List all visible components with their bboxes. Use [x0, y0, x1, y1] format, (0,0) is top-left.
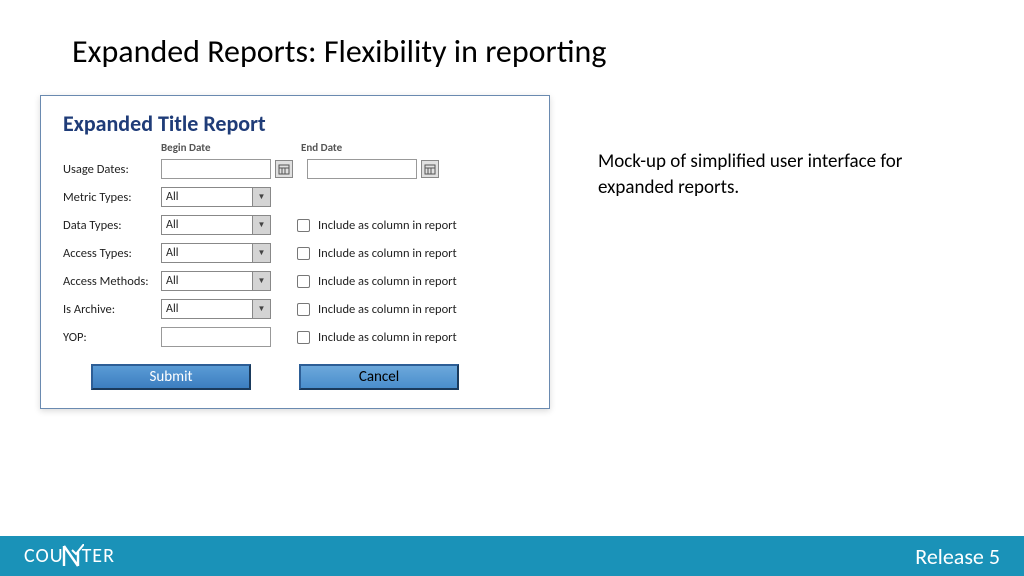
footer-bar: COU TER Release 5 — [0, 536, 1024, 576]
counter-logo: COU TER — [24, 544, 115, 568]
metric-types-select[interactable]: All ▼ — [161, 187, 271, 207]
chevron-down-icon: ▼ — [252, 300, 270, 318]
chevron-down-icon: ▼ — [252, 216, 270, 234]
include-label: Include as column in report — [318, 246, 457, 261]
end-date-input[interactable] — [307, 159, 417, 179]
row-usage-dates: Usage Dates: — [63, 156, 527, 182]
yop-input[interactable] — [161, 327, 271, 347]
chevron-down-icon: ▼ — [252, 244, 270, 262]
label-access-methods: Access Methods: — [63, 274, 161, 289]
include-checkbox-is-archive[interactable] — [297, 303, 310, 316]
cancel-button[interactable]: Cancel — [299, 364, 459, 390]
checkmark-n-icon — [62, 544, 84, 568]
row-is-archive: Is Archive: All ▼ Include as column in r… — [63, 296, 527, 322]
data-types-select[interactable]: All ▼ — [161, 215, 271, 235]
label-metric-types: Metric Types: — [63, 190, 161, 205]
row-access-methods: Access Methods: All ▼ Include as column … — [63, 268, 527, 294]
row-data-types: Data Types: All ▼ Include as column in r… — [63, 212, 527, 238]
include-label: Include as column in report — [318, 274, 457, 289]
submit-button[interactable]: Submit — [91, 364, 251, 390]
include-label: Include as column in report — [318, 302, 457, 317]
label-access-types: Access Types: — [63, 246, 161, 261]
calendar-icon[interactable] — [275, 160, 293, 178]
select-value: All — [166, 218, 178, 232]
release-label: Release 5 — [915, 543, 1000, 570]
select-value: All — [166, 190, 178, 204]
label-is-archive: Is Archive: — [63, 302, 161, 317]
include-checkbox-data-types[interactable] — [297, 219, 310, 232]
label-yop: YOP: — [63, 330, 161, 345]
report-panel: Expanded Title Report Begin Date End Dat… — [40, 95, 550, 409]
label-usage-dates: Usage Dates: — [63, 162, 161, 177]
begin-date-input[interactable] — [161, 159, 271, 179]
select-value: All — [166, 274, 178, 288]
chevron-down-icon: ▼ — [252, 188, 270, 206]
include-checkbox-yop[interactable] — [297, 331, 310, 344]
end-date-header: End Date — [301, 141, 441, 154]
row-access-types: Access Types: All ▼ Include as column in… — [63, 240, 527, 266]
row-yop: YOP: Include as column in report — [63, 324, 527, 350]
logo-text-left: COU — [24, 544, 64, 568]
select-value: All — [166, 302, 178, 316]
access-methods-select[interactable]: All ▼ — [161, 271, 271, 291]
description-text: Mock-up of simplified user interface for… — [598, 95, 938, 409]
begin-date-header: Begin Date — [161, 141, 301, 154]
row-metric-types: Metric Types: All ▼ — [63, 184, 527, 210]
include-checkbox-access-types[interactable] — [297, 247, 310, 260]
include-label: Include as column in report — [318, 330, 457, 345]
page-title: Expanded Reports: Flexibility in reporti… — [0, 0, 1024, 71]
chevron-down-icon: ▼ — [252, 272, 270, 290]
button-row: Submit Cancel — [63, 364, 527, 390]
include-checkbox-access-methods[interactable] — [297, 275, 310, 288]
calendar-icon[interactable] — [421, 160, 439, 178]
date-header-row: Begin Date End Date — [63, 141, 527, 154]
include-label: Include as column in report — [318, 218, 457, 233]
content-area: Expanded Title Report Begin Date End Dat… — [0, 71, 1024, 409]
logo-text-right: TER — [82, 544, 115, 568]
panel-title: Expanded Title Report — [63, 110, 527, 137]
is-archive-select[interactable]: All ▼ — [161, 299, 271, 319]
label-data-types: Data Types: — [63, 218, 161, 233]
access-types-select[interactable]: All ▼ — [161, 243, 271, 263]
select-value: All — [166, 246, 178, 260]
